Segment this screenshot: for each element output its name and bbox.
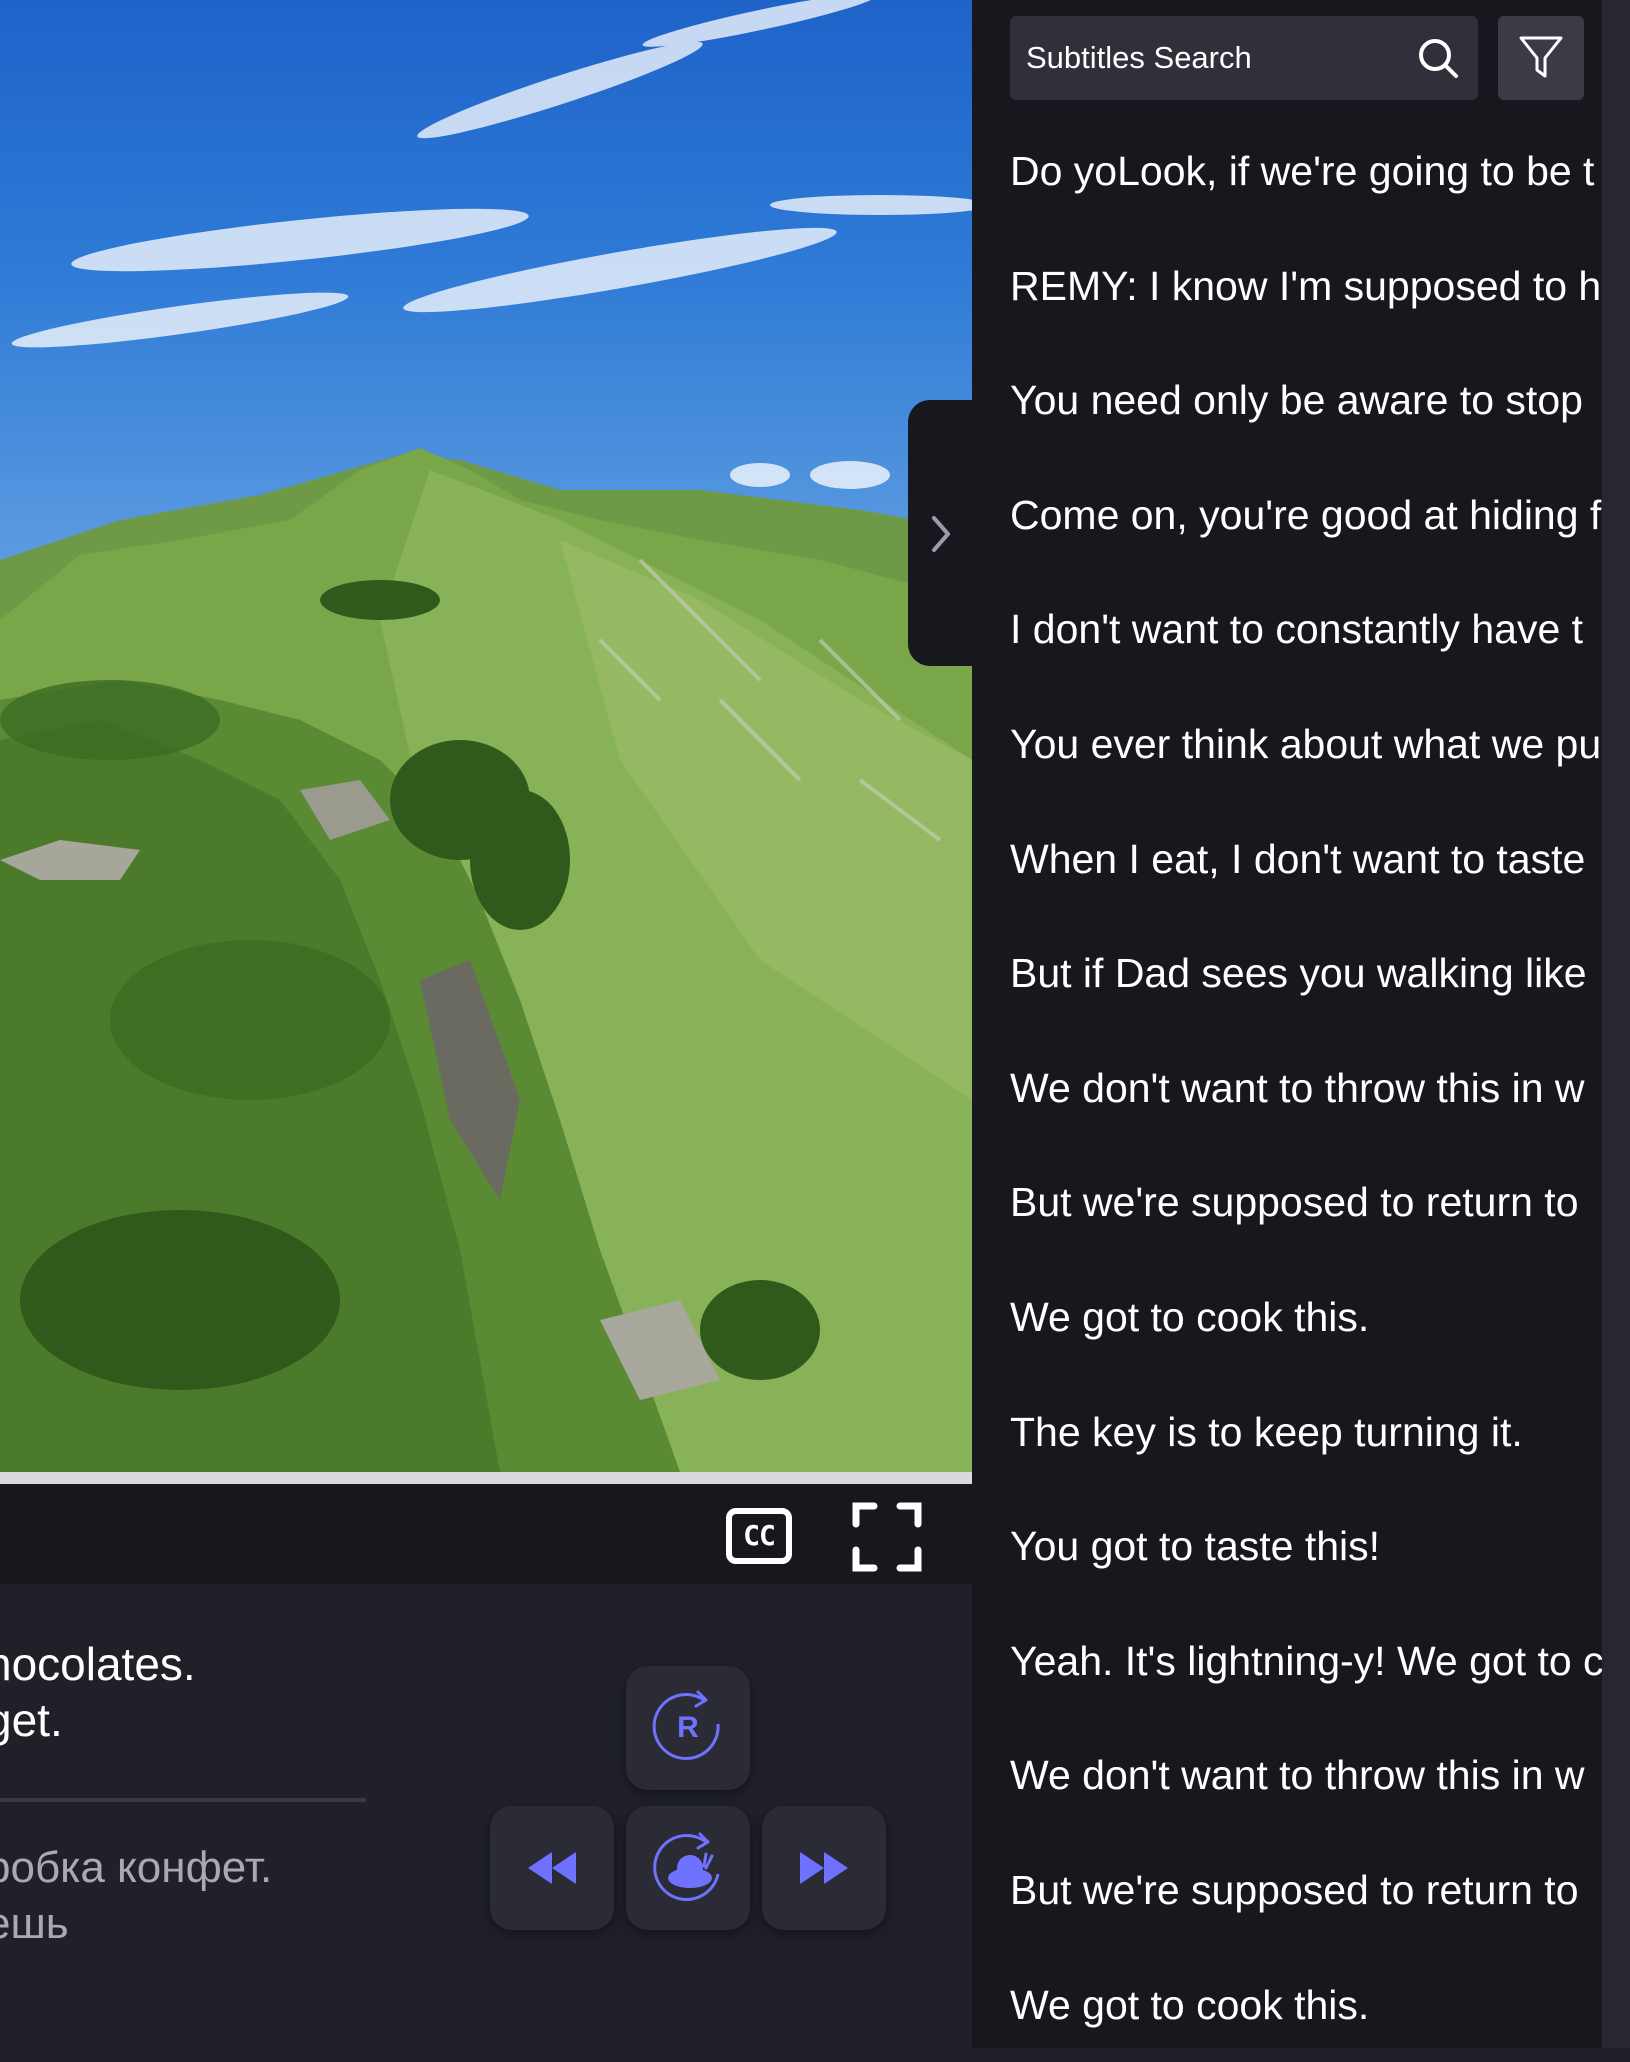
closed-captions-button[interactable]: CC bbox=[726, 1508, 792, 1564]
subtitles-search-box[interactable] bbox=[1010, 16, 1478, 100]
subtitle-list-item[interactable]: Do yoLook, if we're going to be t bbox=[1010, 114, 1602, 229]
subtitle-list-item[interactable]: Yeah. It's lightning-y! We got to c bbox=[1010, 1604, 1602, 1719]
subtitle-english-line: get. bbox=[0, 1692, 196, 1748]
repeat-letter: R bbox=[626, 1666, 750, 1790]
fullscreen-icon bbox=[852, 1502, 922, 1572]
filter-button[interactable] bbox=[1498, 16, 1584, 100]
subtitle-list-item[interactable]: But we're supposed to return to bbox=[1010, 1833, 1602, 1948]
rewind-icon bbox=[490, 1806, 614, 1930]
fullscreen-button[interactable] bbox=[852, 1502, 922, 1572]
subtitle-list-item[interactable]: We don't want to throw this in w bbox=[1010, 1718, 1602, 1833]
search-icon[interactable] bbox=[1416, 36, 1460, 80]
subtitle-list-item[interactable]: You got to taste this! bbox=[1010, 1489, 1602, 1604]
subtitle-list-item[interactable]: We don't want to throw this in w bbox=[1010, 1031, 1602, 1146]
video-image-mountain bbox=[0, 0, 972, 1472]
video-frame[interactable] bbox=[0, 0, 972, 1472]
rewind-button[interactable] bbox=[490, 1806, 614, 1930]
fast-forward-icon bbox=[762, 1806, 886, 1930]
chevron-right-icon bbox=[926, 512, 956, 556]
subtitle-translation: робка конфет.ешь bbox=[0, 1840, 272, 1952]
subtitle-list-item[interactable]: The key is to keep turning it. bbox=[1010, 1375, 1602, 1490]
fast-forward-button[interactable] bbox=[762, 1806, 886, 1930]
panel-toggle-tab[interactable] bbox=[908, 400, 974, 666]
subtitles-search-input[interactable] bbox=[1026, 16, 1406, 100]
subtitle-translation-line: робка конфет. bbox=[0, 1840, 272, 1896]
video-progress-bar[interactable] bbox=[0, 1472, 972, 1484]
repeat-button[interactable]: R bbox=[626, 1666, 750, 1790]
subtitle-translation-line: ешь bbox=[0, 1896, 272, 1952]
subtitle-list-item[interactable]: Come on, you're good at hiding f bbox=[1010, 458, 1602, 573]
filter-icon bbox=[1518, 34, 1564, 82]
subtitle-english-line: hocolates. bbox=[0, 1636, 196, 1692]
subtitle-english: hocolates.get. bbox=[0, 1636, 196, 1748]
subtitle-list-item[interactable]: You need only be aware to stop bbox=[1010, 343, 1602, 458]
subtitle-list-item[interactable]: But if Dad sees you walking like bbox=[1010, 916, 1602, 1031]
subtitles-list: Do yoLook, if we're going to be t REMY: … bbox=[1010, 114, 1602, 2062]
subtitle-list-item[interactable]: We got to cook this. bbox=[1010, 1948, 1602, 2062]
snail-slow-replay-icon bbox=[626, 1806, 750, 1930]
subtitle-list-item[interactable]: When I eat, I don't want to taste bbox=[1010, 802, 1602, 917]
video-control-bar bbox=[0, 1484, 972, 1584]
subtitle-divider bbox=[0, 1798, 366, 1802]
subtitle-list-item[interactable]: You ever think about what we pu bbox=[1010, 687, 1602, 802]
subtitle-list-item[interactable]: But we're supposed to return to bbox=[1010, 1145, 1602, 1260]
subtitles-scrollbar[interactable] bbox=[1602, 0, 1630, 2048]
subtitle-list-item[interactable]: REMY: I know I'm supposed to h bbox=[1010, 229, 1602, 344]
subtitle-list-item[interactable]: We got to cook this. bbox=[1010, 1260, 1602, 1375]
subtitle-list-item[interactable]: I don't want to constantly have t bbox=[1010, 572, 1602, 687]
slow-replay-button[interactable] bbox=[626, 1806, 750, 1930]
